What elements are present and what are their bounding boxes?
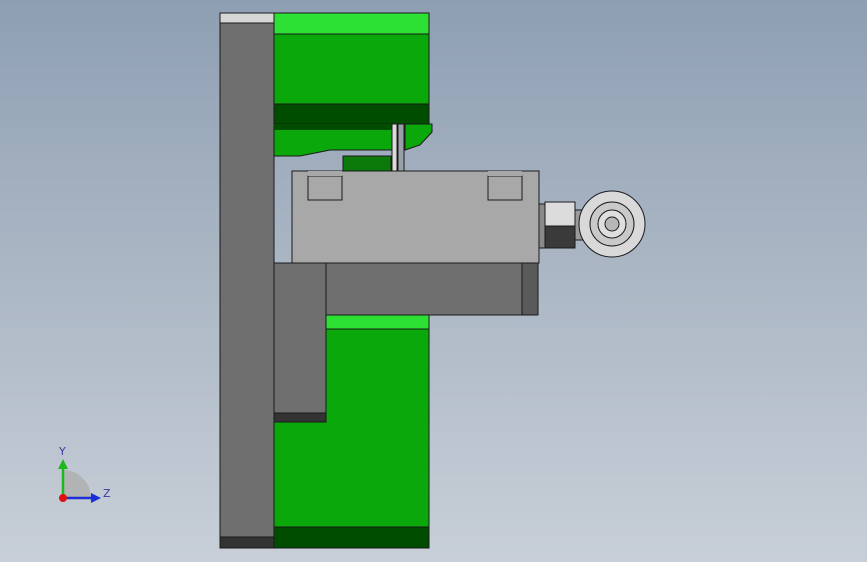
upper-pin-left bbox=[391, 123, 398, 175]
triad-plane-indicator bbox=[63, 470, 91, 498]
z-axis-arrow-icon bbox=[91, 493, 101, 503]
back-plate-top-edge bbox=[219, 12, 275, 24]
slide-block-slot-right bbox=[487, 175, 523, 201]
back-plate[interactable] bbox=[219, 12, 275, 549]
z-axis-label: Z bbox=[103, 487, 111, 500]
x-axis-dot-icon bbox=[59, 494, 67, 502]
fitting-collar bbox=[538, 203, 546, 249]
slide-block-slot-right-top bbox=[488, 171, 522, 176]
upper-green-block-top-face bbox=[273, 12, 430, 35]
lower-green-block-bottom-face bbox=[273, 526, 430, 549]
slide-block-slot-left bbox=[307, 175, 343, 201]
upper-jaw-shadow bbox=[274, 124, 395, 130]
cad-viewport[interactable]: Y Z bbox=[0, 0, 867, 562]
upper-jaw-lug bbox=[342, 155, 392, 173]
back-plate-bottom-edge bbox=[219, 536, 275, 549]
lower-bracket-end bbox=[521, 262, 539, 316]
upper-green-block-bottom-face bbox=[273, 103, 430, 125]
upper-jaw-tip bbox=[404, 123, 433, 151]
vertical-support-bottom bbox=[273, 412, 327, 423]
vertical-support[interactable] bbox=[273, 262, 327, 414]
fitting-nut[interactable] bbox=[544, 201, 576, 227]
orientation-triad[interactable]: Y Z bbox=[58, 445, 111, 503]
slide-block-slot-left-top bbox=[308, 171, 342, 176]
upper-pin-right bbox=[397, 123, 405, 175]
model-view[interactable]: Y Z bbox=[0, 0, 867, 562]
lower-green-block-top-face bbox=[325, 314, 430, 330]
y-axis-arrow-icon bbox=[58, 459, 68, 469]
upper-green-block[interactable] bbox=[273, 33, 430, 105]
fitting-nut-shadow bbox=[544, 225, 576, 249]
rod-end-bore bbox=[604, 216, 620, 232]
y-axis-label: Y bbox=[58, 445, 66, 458]
